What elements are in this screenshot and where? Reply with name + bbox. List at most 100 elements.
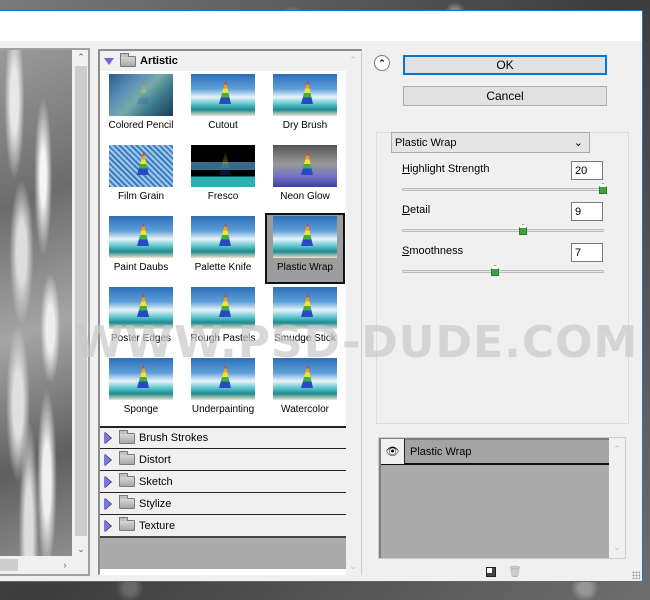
chevron-down-icon[interactable]: ⌄ bbox=[346, 559, 360, 573]
sailboat-image bbox=[137, 80, 149, 104]
category-label: Sketch bbox=[139, 475, 173, 488]
filter-thumb-poster-edges[interactable]: Poster Edges bbox=[100, 284, 182, 355]
new-effect-layer-icon[interactable] bbox=[486, 567, 496, 577]
param-value-input[interactable] bbox=[571, 202, 603, 221]
filter-select-dropdown[interactable]: Plastic Wrap ⌄ bbox=[391, 132, 590, 153]
resize-grip[interactable] bbox=[632, 571, 640, 579]
sailboat-image bbox=[137, 364, 149, 388]
trash-icon[interactable]: 🗑 bbox=[508, 567, 522, 578]
param-slider-track[interactable] bbox=[402, 270, 604, 273]
param-label: Highlight Strength bbox=[402, 163, 490, 175]
filter-thumb-sponge[interactable]: Sponge bbox=[100, 355, 182, 426]
filter-thumb-neon-glow[interactable]: Neon Glow bbox=[264, 142, 346, 213]
chevron-up-icon[interactable]: ⌃ bbox=[346, 53, 360, 67]
filter-label: Colored Pencil bbox=[108, 120, 174, 131]
folder-icon bbox=[119, 429, 135, 444]
filter-gallery-dialog: ⌃ ⌄ › Artistic Colored Pencil Cutout Dry B… bbox=[0, 10, 643, 582]
filter-label: Underpainting bbox=[191, 404, 255, 415]
param-slider-track[interactable] bbox=[402, 188, 604, 191]
expand-triangle-icon[interactable] bbox=[104, 432, 111, 444]
filter-preview-image bbox=[191, 216, 255, 258]
chevron-up-icon[interactable]: ⌃ bbox=[74, 50, 88, 64]
chevron-down-icon[interactable]: ⌄ bbox=[610, 540, 624, 554]
sailboat-image bbox=[301, 222, 313, 246]
filter-gallery-list: Artistic Colored Pencil Cutout Dry Brush Fi… bbox=[98, 49, 362, 575]
param-slider-handle[interactable] bbox=[491, 265, 499, 276]
filter-preview-image bbox=[273, 216, 337, 258]
filter-label: Plastic Wrap bbox=[277, 262, 333, 273]
param-slider-track[interactable] bbox=[402, 229, 604, 232]
eye-visibility-icon[interactable]: 👁 bbox=[381, 439, 405, 464]
filter-preview-image bbox=[109, 287, 173, 329]
expand-triangle-icon[interactable] bbox=[104, 453, 111, 466]
filter-thumb-dry-brush[interactable]: Dry Brush bbox=[264, 71, 346, 142]
collapse-gallery-button[interactable]: ⌃ bbox=[374, 55, 390, 71]
title-bar[interactable] bbox=[0, 11, 642, 41]
preview-horizontal-scrollbar[interactable]: › bbox=[0, 556, 72, 574]
expand-triangle-icon[interactable] bbox=[104, 57, 114, 65]
filter-preview-image bbox=[273, 74, 337, 116]
expand-triangle-icon[interactable] bbox=[104, 497, 111, 510]
sailboat-image bbox=[137, 293, 149, 317]
category-artistic[interactable]: Artistic bbox=[100, 51, 347, 71]
preview-vscroll-thumb[interactable] bbox=[75, 66, 87, 536]
filter-thumb-cutout[interactable]: Cutout bbox=[182, 71, 264, 142]
preview-hscroll-thumb[interactable] bbox=[0, 559, 18, 571]
cancel-button[interactable]: Cancel bbox=[403, 86, 607, 106]
param-label: Detail bbox=[402, 204, 431, 216]
category-texture[interactable]: Texture bbox=[100, 514, 347, 536]
effect-layers-list: 👁 Plastic Wrap bbox=[379, 438, 610, 558]
gallery-vertical-scrollbar[interactable]: ⌃ ⌄ bbox=[346, 51, 361, 575]
preview-image[interactable] bbox=[0, 50, 72, 556]
chevron-down-icon: ⌄ bbox=[573, 137, 583, 149]
filter-thumb-film-grain[interactable]: Film Grain bbox=[100, 142, 182, 213]
sailboat-image bbox=[137, 222, 149, 246]
category-label: Texture bbox=[139, 519, 176, 532]
filter-preview-image bbox=[273, 145, 337, 187]
filter-select-value: Plastic Wrap bbox=[395, 136, 457, 149]
chevron-down-icon[interactable]: ⌄ bbox=[74, 542, 88, 556]
filter-label: Dry Brush bbox=[282, 120, 328, 131]
preview-vertical-scrollbar[interactable]: ⌃ ⌄ bbox=[74, 50, 88, 556]
category-distort[interactable]: Distort bbox=[100, 448, 347, 470]
sailboat-image bbox=[219, 222, 231, 246]
expand-triangle-icon[interactable] bbox=[104, 475, 111, 488]
filter-thumb-smudge-stick[interactable]: Smudge Stick bbox=[264, 284, 346, 355]
param-detail: Detail bbox=[402, 202, 604, 238]
effect-layers-panel: 👁 Plastic Wrap ⌃ ⌄ bbox=[378, 437, 626, 559]
filter-label: Film Grain bbox=[117, 191, 165, 202]
folder-icon bbox=[119, 473, 135, 487]
layers-vertical-scrollbar[interactable]: ⌃ ⌄ bbox=[609, 438, 625, 558]
folder-icon bbox=[120, 52, 136, 67]
chevron-right-icon[interactable]: › bbox=[58, 558, 72, 572]
ok-button[interactable]: OK bbox=[403, 55, 607, 75]
filter-thumb-rough-pastels[interactable]: Rough Pastels bbox=[182, 284, 264, 355]
sailboat-image bbox=[301, 293, 313, 317]
param-value-input[interactable] bbox=[571, 243, 603, 262]
layer-actions: 🗑 bbox=[486, 567, 522, 579]
filter-thumb-fresco[interactable]: Fresco bbox=[182, 142, 264, 213]
filter-thumb-plastic-wrap[interactable]: Plastic Wrap bbox=[265, 213, 345, 284]
filter-thumb-underpainting[interactable]: Underpainting bbox=[182, 355, 264, 426]
filter-thumbnail-grid: Colored Pencil Cutout Dry Brush Film Grain F… bbox=[100, 71, 347, 426]
double-chevron-up-icon: ⌃ bbox=[378, 57, 386, 68]
category-stylize[interactable]: Stylize bbox=[100, 492, 347, 514]
filter-preview-image bbox=[191, 287, 255, 329]
expand-triangle-icon[interactable] bbox=[104, 519, 111, 532]
filter-thumb-colored-pencil[interactable]: Colored Pencil bbox=[100, 71, 182, 142]
sailboat-image bbox=[301, 364, 313, 388]
filter-preview-image bbox=[273, 358, 337, 400]
param-highlight-strength: Highlight Strength bbox=[402, 161, 607, 197]
effect-layer-row[interactable]: 👁 Plastic Wrap bbox=[381, 439, 610, 465]
filter-thumb-paint-daubs[interactable]: Paint Daubs bbox=[100, 213, 182, 284]
filter-thumb-watercolor[interactable]: Watercolor bbox=[264, 355, 346, 426]
chevron-up-icon[interactable]: ⌃ bbox=[610, 442, 624, 456]
param-slider-handle[interactable] bbox=[519, 224, 527, 235]
param-smoothness: Smoothness bbox=[402, 243, 604, 279]
filter-label: Smudge Stick bbox=[274, 333, 336, 344]
filter-thumb-palette-knife[interactable]: Palette Knife bbox=[182, 213, 264, 284]
param-value-input[interactable] bbox=[571, 161, 603, 180]
filter-preview-image bbox=[109, 216, 173, 258]
category-sketch[interactable]: Sketch bbox=[100, 470, 347, 492]
category-brush-strokes[interactable]: Brush Strokes bbox=[100, 426, 347, 448]
